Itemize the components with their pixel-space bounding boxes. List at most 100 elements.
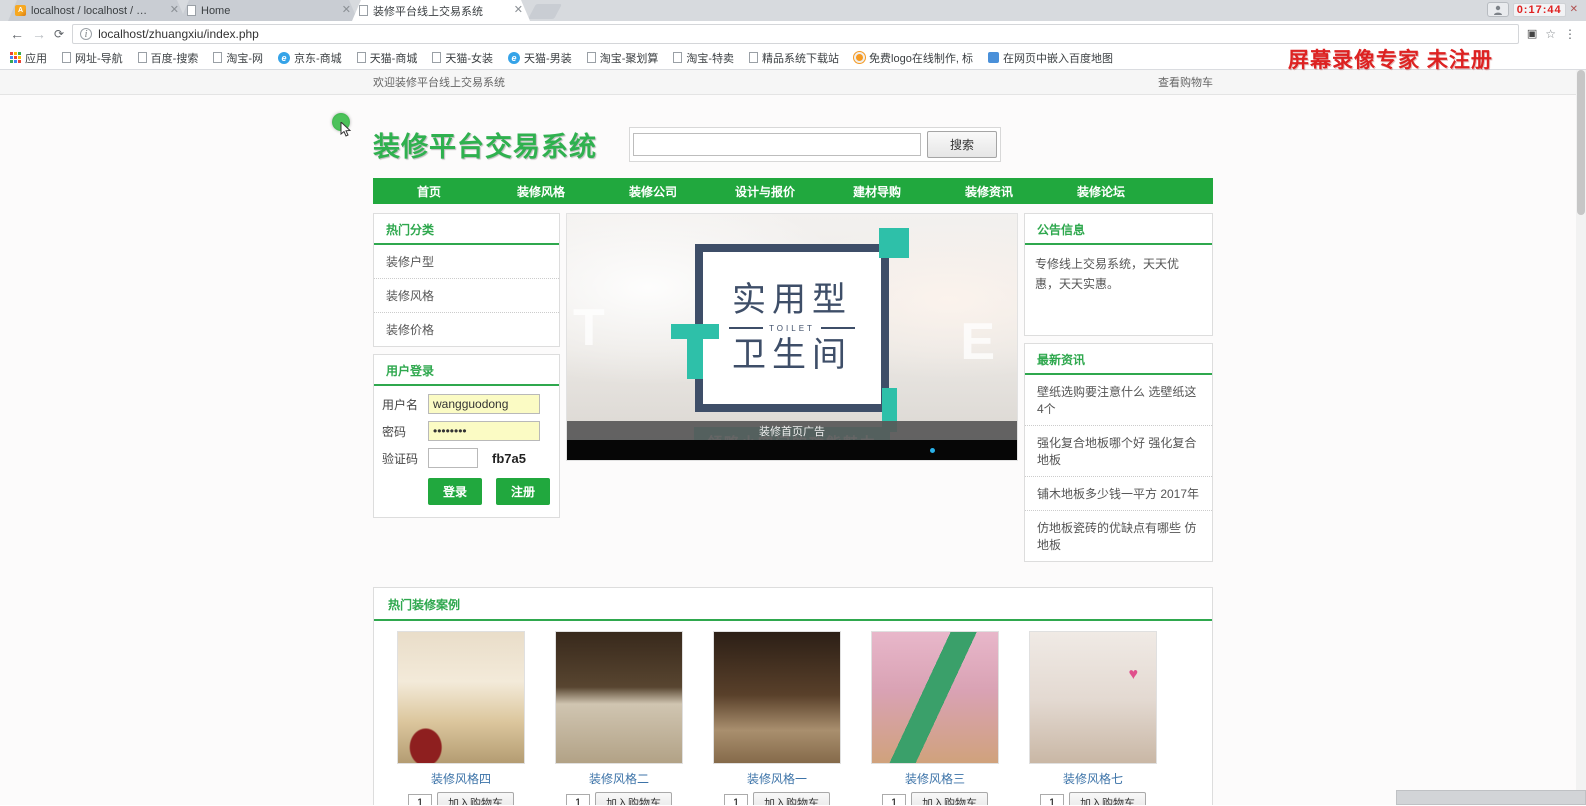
nav-materials[interactable]: 建材导购 bbox=[821, 183, 933, 200]
hot-cases-box: 热门装修案例 装修风格四 加入购物车 装修风格二 加入购物车 bbox=[373, 587, 1213, 805]
case-image[interactable] bbox=[555, 631, 683, 764]
bookmark-item[interactable]: 淘宝-网 bbox=[213, 50, 263, 66]
menu-dots-icon[interactable]: ⋮ bbox=[1564, 27, 1576, 41]
username-field[interactable] bbox=[428, 394, 540, 414]
page-icon bbox=[213, 52, 223, 63]
bookmark-item[interactable]: 精品系统下载站 bbox=[749, 50, 839, 66]
quantity-input[interactable] bbox=[1040, 793, 1064, 805]
home-banner-carousel[interactable]: T L E 实用型 TOILET 卫生间 bbox=[566, 213, 1018, 461]
tab-zhuangxiu-active[interactable]: 装修平台线上交易系统 ✕ bbox=[352, 0, 530, 21]
nav-quotes[interactable]: 设计与报价 bbox=[709, 183, 821, 200]
new-tab-button[interactable] bbox=[528, 4, 562, 19]
case-card: 装修风格一 加入购物车 bbox=[698, 631, 856, 805]
page-scrollbar[interactable] bbox=[1576, 70, 1586, 805]
news-link[interactable]: 仿地板瓷砖的优缺点有哪些 仿地板 bbox=[1025, 511, 1212, 561]
poster-frame: 实用型 TOILET 卫生间 bbox=[671, 228, 909, 432]
case-name-link[interactable]: 装修风格二 bbox=[589, 770, 649, 787]
nav-styles[interactable]: 装修风格 bbox=[485, 183, 597, 200]
case-name-link[interactable]: 装修风格三 bbox=[905, 770, 965, 787]
quantity-input[interactable] bbox=[724, 793, 748, 805]
ie-icon: e bbox=[278, 51, 291, 64]
add-to-cart-button[interactable]: 加入购物车 bbox=[1069, 792, 1146, 805]
address-bar[interactable]: i localhost/zhuangxiu/index.php bbox=[72, 23, 1519, 44]
quantity-input[interactable] bbox=[408, 793, 432, 805]
search-button[interactable]: 搜索 bbox=[927, 131, 997, 158]
bookmark-item[interactable]: 天猫-女装 bbox=[432, 50, 493, 66]
add-to-cart-button[interactable]: 加入购物车 bbox=[753, 792, 830, 805]
news-title: 最新资讯 bbox=[1025, 344, 1212, 375]
bookmark-item[interactable]: e 京东-商城 bbox=[278, 50, 342, 66]
forward-icon[interactable]: → bbox=[32, 27, 46, 41]
page-icon bbox=[356, 52, 366, 63]
captcha-field[interactable] bbox=[428, 448, 478, 468]
reload-icon[interactable]: ⟳ bbox=[54, 27, 64, 41]
nav-companies[interactable]: 装修公司 bbox=[597, 183, 709, 200]
bookmark-star-icon[interactable]: ☆ bbox=[1545, 27, 1556, 41]
quantity-input[interactable] bbox=[882, 793, 906, 805]
case-image[interactable] bbox=[397, 631, 525, 764]
page-icon bbox=[359, 5, 368, 16]
add-to-cart-button[interactable]: 加入购物车 bbox=[595, 792, 672, 805]
bookmark-item[interactable]: 在网页中嵌入百度地图 bbox=[987, 50, 1113, 66]
bookmark-item[interactable]: 淘宝-聚划算 bbox=[586, 50, 658, 66]
recording-timer: 0:17:44 bbox=[1512, 2, 1566, 17]
login-button[interactable]: 登录 bbox=[428, 478, 483, 505]
tab-home[interactable]: Home ✕ bbox=[180, 0, 358, 21]
poster-line2: 卫生间 bbox=[732, 335, 852, 374]
category-link[interactable]: 装修价格 bbox=[374, 313, 559, 346]
carousel-dot[interactable] bbox=[930, 448, 935, 453]
bookmark-item[interactable]: 天猫-商城 bbox=[356, 50, 417, 66]
case-image[interactable] bbox=[713, 631, 841, 764]
case-image[interactable] bbox=[1029, 631, 1157, 764]
add-to-cart-button[interactable]: 加入购物车 bbox=[911, 792, 988, 805]
tab-close-icon[interactable]: ✕ bbox=[514, 5, 523, 16]
logo-maker-icon bbox=[854, 52, 866, 63]
case-card: 装修风格二 加入购物车 bbox=[540, 631, 698, 805]
bookmark-item[interactable]: 淘宝-特卖 bbox=[673, 50, 734, 66]
profile-icon[interactable] bbox=[1486, 2, 1509, 17]
view-cart-link[interactable]: 查看购物车 bbox=[1158, 74, 1213, 90]
scrollbar-thumb[interactable] bbox=[1577, 70, 1585, 215]
case-card: 装修风格三 加入购物车 bbox=[856, 631, 1014, 805]
back-icon[interactable]: ← bbox=[10, 27, 24, 41]
category-link[interactable]: 装修风格 bbox=[374, 279, 559, 313]
bookmark-item[interactable]: 网址-导航 bbox=[62, 50, 123, 66]
category-link[interactable]: 装修户型 bbox=[374, 245, 559, 279]
tab-strip: A localhost / localhost / … ✕ Home ✕ 装修平… bbox=[0, 0, 1586, 21]
nav-news[interactable]: 装修资讯 bbox=[933, 183, 1045, 200]
password-field[interactable] bbox=[428, 421, 540, 441]
news-link[interactable]: 铺木地板多少钱一平方 2017年 bbox=[1025, 477, 1212, 511]
tab-close-icon[interactable]: ✕ bbox=[342, 5, 351, 16]
person-icon bbox=[1493, 5, 1502, 15]
nav-home[interactable]: 首页 bbox=[373, 183, 485, 200]
banner-letter-e: E bbox=[960, 313, 995, 371]
tab-phpmyadmin[interactable]: A localhost / localhost / … ✕ bbox=[8, 0, 186, 21]
register-button[interactable]: 注册 bbox=[496, 478, 551, 505]
poster-line1: 实用型 bbox=[732, 281, 852, 320]
search-input[interactable] bbox=[633, 133, 921, 156]
add-to-cart-button[interactable]: 加入购物车 bbox=[437, 792, 514, 805]
bookmark-item[interactable]: 百度-搜索 bbox=[137, 50, 198, 66]
nav-forum[interactable]: 装修论坛 bbox=[1045, 183, 1157, 200]
recorder-close-icon[interactable]: ✕ bbox=[1570, 4, 1578, 15]
extension-icon[interactable]: ▣ bbox=[1527, 27, 1537, 40]
case-name-link[interactable]: 装修风格四 bbox=[431, 770, 491, 787]
case-name-link[interactable]: 装修风格七 bbox=[1063, 770, 1123, 787]
url-text[interactable]: localhost/zhuangxiu/index.php bbox=[98, 27, 259, 41]
bookmark-item[interactable]: e 天猫-男装 bbox=[508, 50, 572, 66]
poster-subtitle: TOILET bbox=[729, 324, 855, 333]
site-title: 装修平台交易系统 bbox=[373, 132, 597, 162]
page-icon bbox=[749, 52, 759, 63]
case-name-link[interactable]: 装修风格一 bbox=[747, 770, 807, 787]
case-image[interactable] bbox=[871, 631, 999, 764]
info-icon[interactable]: i bbox=[80, 27, 93, 40]
quantity-input[interactable] bbox=[566, 793, 590, 805]
password-label: 密码 bbox=[382, 424, 407, 439]
tab-close-icon[interactable]: ✕ bbox=[170, 5, 179, 16]
bookmark-item[interactable]: 免费logo在线制作, 标 bbox=[854, 50, 973, 66]
news-link[interactable]: 壁纸选购要注意什么 选壁纸这4个 bbox=[1025, 375, 1212, 426]
login-box: 用户登录 用户名 密码 验证码 fb7a5 bbox=[373, 354, 560, 518]
news-link[interactable]: 强化复合地板哪个好 强化复合地板 bbox=[1025, 426, 1212, 477]
bookmark-apps[interactable]: 应用 bbox=[10, 50, 47, 66]
baidu-map-icon bbox=[987, 52, 999, 63]
